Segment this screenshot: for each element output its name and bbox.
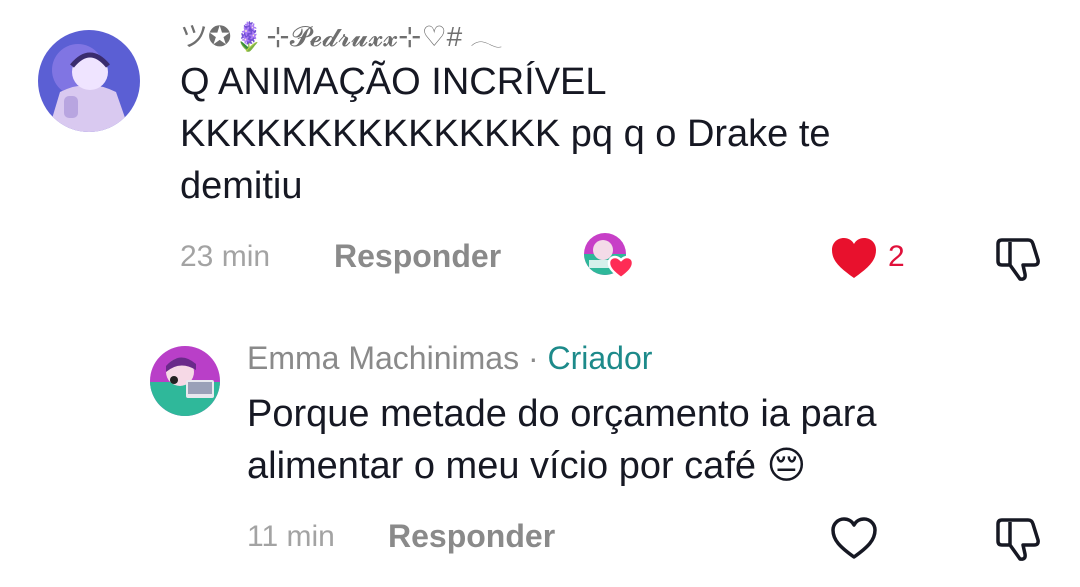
comment-username[interactable]: ツ✪🪻⊹𝓟𝓮𝓭𝓻𝓾𝔁𝔁⊹♡# 𓂃 <box>180 10 503 56</box>
comment-text: Q ANIMAÇÃO INCRÍVEL KKKKKKKKKKKKKKK pq q… <box>180 61 831 207</box>
creator-avatar[interactable] <box>150 346 220 416</box>
reply-username[interactable]: Emma Machinimas <box>247 340 519 376</box>
like-count: 2 <box>888 240 905 273</box>
comment-time: 23 min <box>180 240 271 273</box>
creator-badge: Criador <box>547 340 653 376</box>
reply-text: Porque metade do orçamento ia para alime… <box>247 393 877 487</box>
dislike-icon[interactable] <box>994 236 1042 282</box>
reply-time: 11 min <box>247 520 335 553</box>
heart-icon[interactable] <box>830 236 878 280</box>
dislike-icon[interactable] <box>994 516 1042 562</box>
reply-button[interactable]: Responder <box>388 518 555 555</box>
creator-liked-avatar <box>583 232 639 282</box>
separator: · <box>519 340 548 376</box>
reply-button[interactable]: Responder <box>334 238 501 275</box>
reply-username-row: Emma Machinimas · Criador <box>247 340 652 377</box>
heart-icon[interactable] <box>830 516 878 560</box>
avatar[interactable] <box>38 30 140 132</box>
